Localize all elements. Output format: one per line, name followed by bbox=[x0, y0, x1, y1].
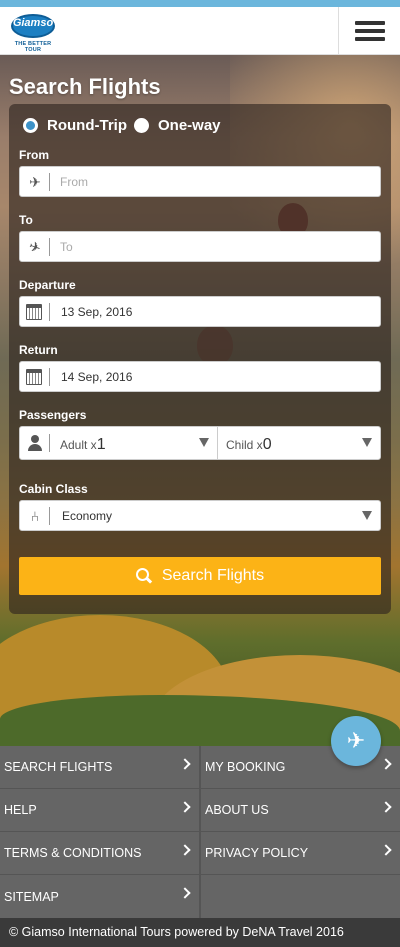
cabin-class-select[interactable]: ⑃ Economy bbox=[19, 500, 381, 531]
site-header: Giamso THE BETTER TOUR bbox=[0, 7, 400, 55]
calendar-icon bbox=[26, 304, 42, 320]
chevron-right-icon bbox=[380, 758, 392, 770]
cabin-class-label: Cabin Class bbox=[19, 482, 88, 496]
footer-link-label: HELP bbox=[4, 803, 37, 817]
chevron-right-icon bbox=[179, 887, 191, 899]
footer-link-label: MY BOOKING bbox=[205, 760, 286, 774]
footer-link-search-flights[interactable]: SEARCH FLIGHTS bbox=[0, 746, 199, 788]
footer-link-label: PRIVACY POLICY bbox=[205, 846, 309, 860]
logo-text: Giamso bbox=[12, 17, 54, 29]
top-accent-bar bbox=[0, 0, 400, 7]
to-placeholder: To bbox=[60, 240, 73, 254]
logo-tagline: THE BETTER TOUR bbox=[14, 41, 52, 53]
person-icon bbox=[27, 435, 43, 451]
plane-takeoff-icon: ✈ bbox=[29, 174, 41, 190]
footer-link-terms[interactable]: TERMS & CONDITIONS bbox=[0, 832, 199, 874]
return-label: Return bbox=[19, 343, 58, 357]
chevron-down-icon bbox=[362, 438, 372, 447]
from-label: From bbox=[19, 148, 49, 162]
calendar-icon bbox=[26, 369, 42, 385]
departure-date-field[interactable]: 13 Sep, 2016 bbox=[19, 296, 381, 327]
footer-link-label: ABOUT US bbox=[205, 803, 269, 817]
chevron-right-icon bbox=[179, 801, 191, 813]
to-field[interactable]: ✈ To bbox=[19, 231, 381, 262]
round-trip-label: Round-Trip bbox=[47, 117, 127, 134]
chevron-down-icon bbox=[362, 511, 372, 520]
footer-link-label: SITEMAP bbox=[4, 889, 59, 904]
footer-links: SEARCH FLIGHTS MY BOOKING HELP ABOUT US … bbox=[0, 746, 400, 918]
footer-link-sitemap[interactable]: SITEMAP bbox=[0, 875, 199, 918]
return-date-field[interactable]: 14 Sep, 2016 bbox=[19, 361, 381, 392]
seat-icon: ⑃ bbox=[30, 508, 40, 524]
child-count-select[interactable]: Child x0 bbox=[218, 427, 380, 459]
copyright-footer: © Giamso International Tours powered by … bbox=[0, 918, 400, 947]
passengers-field: Adult x1 Child x0 bbox=[19, 426, 381, 460]
chevron-right-icon bbox=[380, 801, 392, 813]
to-label: To bbox=[19, 213, 33, 227]
flight-fab-plane-icon[interactable]: ✈ bbox=[331, 716, 381, 766]
chevron-right-icon bbox=[179, 844, 191, 856]
footer-link-help[interactable]: HELP bbox=[0, 789, 199, 831]
trip-type-round-trip[interactable]: Round-Trip bbox=[23, 117, 127, 134]
search-button-label: Search Flights bbox=[161, 567, 265, 584]
from-placeholder: From bbox=[60, 175, 88, 189]
trip-type-one-way[interactable]: One-way bbox=[134, 117, 221, 134]
brand-logo[interactable]: Giamso THE BETTER TOUR bbox=[8, 12, 58, 53]
footer-link-about-us[interactable]: ABOUT US bbox=[201, 789, 400, 831]
footer-link-privacy-policy[interactable]: PRIVACY POLICY bbox=[201, 832, 400, 874]
departure-label: Departure bbox=[19, 278, 76, 292]
chevron-right-icon bbox=[179, 758, 191, 770]
from-field[interactable]: ✈ From bbox=[19, 166, 381, 197]
cabin-class-value: Economy bbox=[62, 509, 113, 523]
adult-count-select[interactable]: Adult x1 bbox=[20, 427, 217, 459]
search-flights-button[interactable]: Search Flights bbox=[19, 557, 381, 595]
radio-unselected-icon[interactable] bbox=[134, 118, 149, 133]
plane-landing-icon: ✈ bbox=[26, 237, 44, 257]
departure-date-value: 13 Sep, 2016 bbox=[61, 305, 133, 319]
child-count: Child x0 bbox=[226, 436, 272, 453]
one-way-label: One-way bbox=[158, 117, 221, 134]
flight-search-form: Round-Trip One-way From ✈ From To ✈ To D… bbox=[9, 104, 391, 614]
footer-link-label: TERMS & CONDITIONS bbox=[4, 846, 142, 860]
chevron-down-icon bbox=[199, 438, 209, 447]
passengers-label: Passengers bbox=[19, 408, 87, 422]
footer-link-label: SEARCH FLIGHTS bbox=[4, 760, 113, 774]
radio-selected-icon[interactable] bbox=[23, 118, 38, 133]
footer-link-empty bbox=[201, 875, 400, 918]
page-title: Search Flights bbox=[9, 74, 161, 99]
return-date-value: 14 Sep, 2016 bbox=[61, 370, 133, 384]
hamburger-menu-icon[interactable] bbox=[338, 7, 400, 55]
search-icon bbox=[135, 568, 152, 584]
adult-count: Adult x1 bbox=[60, 436, 106, 453]
chevron-right-icon bbox=[380, 844, 392, 856]
